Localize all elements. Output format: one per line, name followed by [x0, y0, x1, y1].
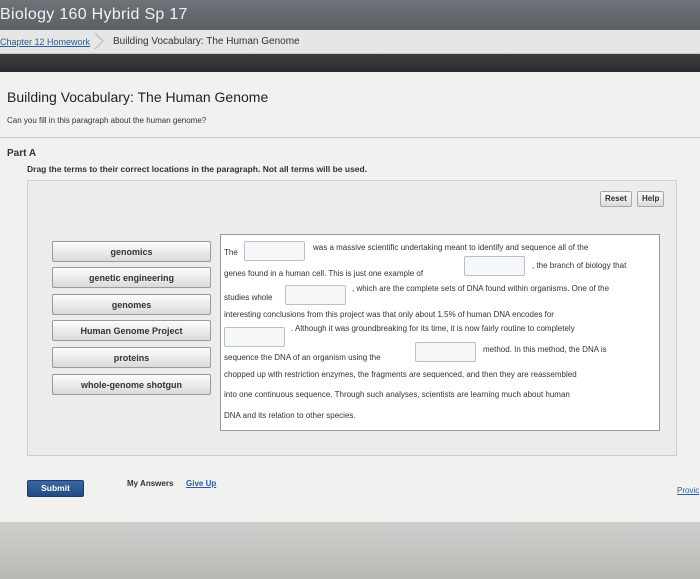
drop-target-5[interactable] [415, 342, 476, 362]
term-genomics[interactable]: genomics [52, 241, 211, 262]
submit-button[interactable]: Submit [27, 480, 84, 497]
breadcrumb-parent-link[interactable]: Chapter 12 Homework [0, 37, 90, 47]
section-divider [0, 137, 700, 138]
paragraph-text: The [224, 248, 238, 257]
drop-target-2[interactable] [464, 256, 525, 276]
drop-target-4[interactable] [224, 327, 285, 347]
breadcrumb: Chapter 12 Homework Building Vocabulary:… [0, 30, 700, 54]
part-label: Part A [7, 148, 37, 159]
term-proteins[interactable]: proteins [52, 347, 211, 368]
question-prompt: Can you fill in this paragraph about the… [7, 116, 207, 125]
paragraph-text: into one continuous sequence. Through su… [224, 390, 570, 399]
page-bottom-shade [0, 522, 700, 579]
give-up-link[interactable]: Give Up [186, 479, 216, 488]
course-title: Biology 160 Hybrid Sp 17 [0, 6, 188, 23]
paragraph-text: was a massive scientific undertaking mea… [313, 243, 589, 252]
my-answers-label: My Answers [127, 479, 174, 488]
paragraph-text: , the branch of biology that [532, 261, 627, 270]
part-instructions: Drag the terms to their correct location… [27, 164, 368, 174]
paragraph-text: sequence the DNA of an organism using th… [224, 353, 381, 362]
paragraph-text: , which are the complete sets of DNA fou… [352, 284, 610, 293]
paragraph-text: genes found in a human cell. This is jus… [224, 269, 424, 278]
paragraph-text: studies whole [224, 293, 273, 302]
term-whole-genome-shotgun[interactable]: whole-genome shotgun [52, 374, 211, 395]
provide-feedback-link[interactable]: Provic [677, 486, 699, 495]
help-button[interactable]: Help [637, 191, 665, 207]
paragraph-text: DNA and its relation to other species. [224, 411, 356, 420]
reset-button[interactable]: Reset [600, 191, 632, 207]
drop-target-3[interactable] [285, 285, 346, 305]
chevron-right-icon [94, 33, 104, 49]
paragraph-text: interesting conclusions from this projec… [224, 310, 554, 319]
term-genomes[interactable]: genomes [52, 294, 211, 315]
paragraph-text: method. In this method, the DNA is [483, 345, 607, 354]
drop-target-1[interactable] [244, 241, 305, 261]
question-title: Building Vocabulary: The Human Genome [7, 89, 269, 105]
paragraph-text: . Although it was groundbreaking for its… [291, 324, 575, 333]
breadcrumb-current: Building Vocabulary: The Human Genome [113, 36, 300, 47]
header-divider-band [0, 54, 700, 72]
course-header: Biology 160 Hybrid Sp 17 [0, 0, 700, 30]
paragraph-text: chopped up with restriction enzymes, the… [224, 370, 577, 379]
term-genetic-engineering[interactable]: genetic engineering [52, 267, 211, 288]
term-human-genome-project[interactable]: Human Genome Project [52, 320, 211, 341]
